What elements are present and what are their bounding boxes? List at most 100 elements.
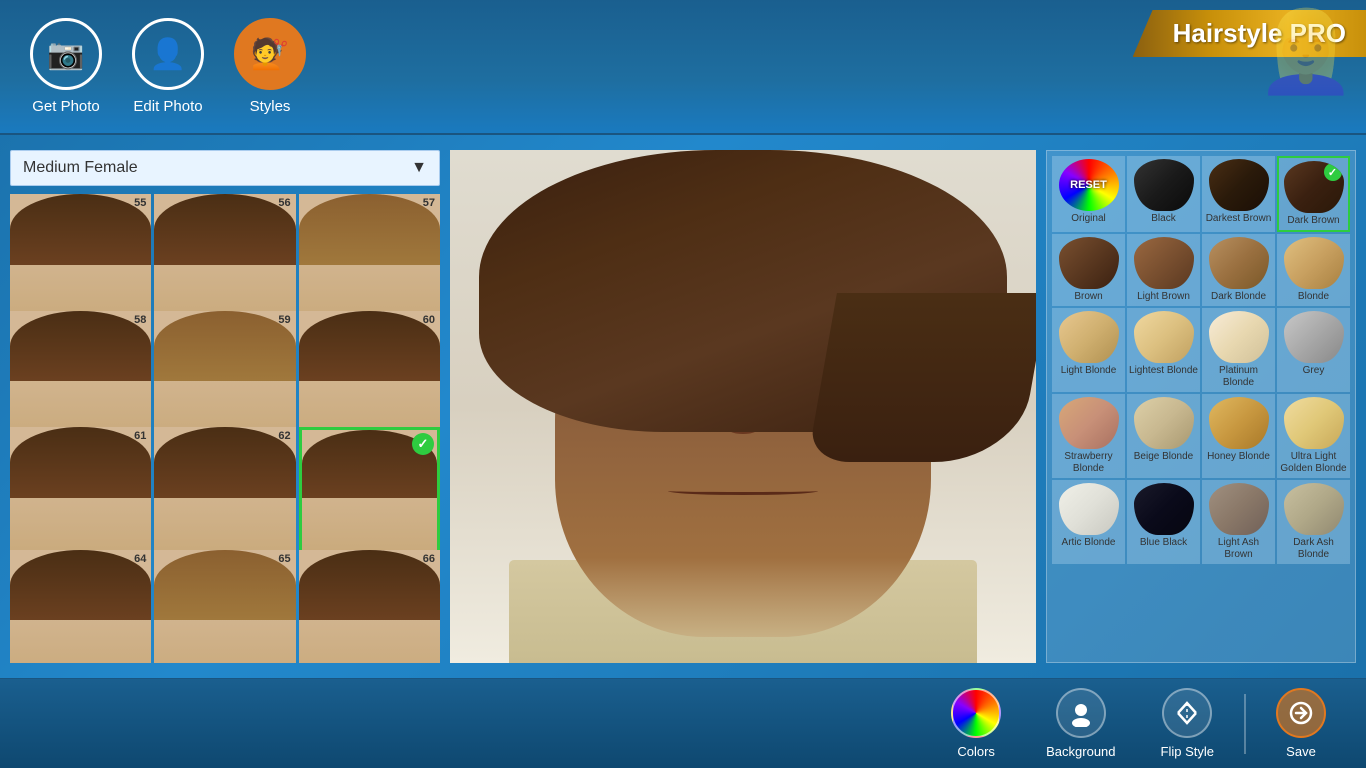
colors-label: Colors — [957, 744, 995, 759]
artic-blonde-swatch — [1059, 483, 1119, 535]
darkest-brown-swatch — [1209, 159, 1269, 211]
color-dark-blonde-item[interactable]: Dark Blonde — [1202, 234, 1275, 306]
dark-brown-swatch: ✓ — [1284, 161, 1344, 213]
color-label: Light Ash Brown — [1204, 537, 1273, 561]
color-grey-item[interactable]: Grey — [1277, 308, 1350, 392]
color-dark-brown-item[interactable]: ✓ Dark Brown — [1277, 156, 1350, 232]
color-label: Platinum Blonde — [1204, 365, 1273, 389]
logo-area: Hairstyle PRO 👱‍♀️ — [1046, 0, 1366, 135]
bottom-toolbar: Colors Background Flip Style Sav — [0, 678, 1366, 768]
color-label: Strawberry Blonde — [1054, 451, 1123, 475]
portrait-preview — [450, 150, 1036, 663]
style-grid: 55 56 57 58 59 60 — [10, 194, 440, 663]
main-content: Medium Female ▼ 55 56 57 58 — [0, 135, 1366, 678]
platinum-blonde-swatch — [1209, 311, 1269, 363]
color-label: Grey — [1303, 365, 1325, 377]
style-panel: Medium Female ▼ 55 56 57 58 — [10, 150, 440, 663]
toolbar-divider — [1244, 694, 1246, 754]
color-light-blonde-item[interactable]: Light Blonde — [1052, 308, 1125, 392]
color-blue-black-item[interactable]: Blue Black — [1127, 480, 1200, 564]
lightest-blonde-swatch — [1134, 311, 1194, 363]
background-label: Background — [1046, 744, 1115, 759]
color-reset-item[interactable]: RESET Original — [1052, 156, 1125, 232]
camera-icon: 📷 — [30, 18, 102, 90]
grey-swatch — [1284, 311, 1344, 363]
color-label: Honey Blonde — [1207, 451, 1270, 463]
color-label: Blue Black — [1140, 537, 1187, 549]
light-ash-brown-swatch — [1209, 483, 1269, 535]
selected-checkmark: ✓ — [412, 433, 434, 455]
beige-blonde-swatch — [1134, 397, 1194, 449]
color-label: Beige Blonde — [1134, 451, 1194, 463]
color-label: Lightest Blonde — [1129, 365, 1198, 377]
reset-swatch: RESET — [1059, 159, 1119, 211]
hair-preview — [479, 150, 1006, 432]
style-item-selected[interactable]: ✓ — [299, 427, 440, 568]
color-label: Black — [1151, 213, 1175, 225]
edit-photo-button[interactable]: 👤 Edit Photo — [132, 18, 204, 115]
get-photo-button[interactable]: 📷 Get Photo — [30, 18, 102, 115]
styles-icon: 💇 — [234, 18, 306, 90]
background-button[interactable]: Background — [1026, 680, 1135, 767]
color-darkest-brown-item[interactable]: Darkest Brown — [1202, 156, 1275, 232]
flip-style-button[interactable]: Flip Style — [1141, 680, 1234, 767]
color-lightest-blonde-item[interactable]: Lightest Blonde — [1127, 308, 1200, 392]
preview-panel — [450, 150, 1036, 663]
style-item[interactable]: 61 — [10, 427, 151, 568]
color-honey-blonde-item[interactable]: Honey Blonde — [1202, 394, 1275, 478]
edit-photo-label: Edit Photo — [133, 98, 202, 115]
color-label: Light Brown — [1137, 291, 1190, 303]
color-label: Dark Blonde — [1211, 291, 1266, 303]
save-button[interactable]: Save — [1256, 680, 1346, 767]
save-label: Save — [1286, 744, 1316, 759]
light-brown-swatch — [1134, 237, 1194, 289]
strawberry-blonde-swatch — [1059, 397, 1119, 449]
color-label: Brown — [1074, 291, 1102, 303]
color-label: Original — [1071, 213, 1105, 225]
color-strawberry-blonde-item[interactable]: Strawberry Blonde — [1052, 394, 1125, 478]
color-label: Ultra Light Golden Blonde — [1279, 451, 1348, 475]
color-label: Light Blonde — [1061, 365, 1117, 377]
colors-icon — [951, 688, 1001, 738]
style-item[interactable]: 62 — [154, 427, 295, 568]
top-nav: 📷 Get Photo 👤 Edit Photo 💇 Styles Hairst… — [0, 0, 1366, 135]
color-ultra-light-golden-blonde-item[interactable]: Ultra Light Golden Blonde — [1277, 394, 1350, 478]
color-dark-ash-blonde-item[interactable]: Dark Ash Blonde — [1277, 480, 1350, 564]
dark-blonde-swatch — [1209, 237, 1269, 289]
get-photo-label: Get Photo — [32, 98, 100, 115]
flip-style-label: Flip Style — [1161, 744, 1214, 759]
styles-button[interactable]: 💇 Styles — [234, 18, 306, 115]
color-light-brown-item[interactable]: Light Brown — [1127, 234, 1200, 306]
dropdown-label: Medium Female — [23, 159, 138, 177]
color-platinum-blonde-item[interactable]: Platinum Blonde — [1202, 308, 1275, 392]
color-beige-blonde-item[interactable]: Beige Blonde — [1127, 394, 1200, 478]
color-grid: RESET Original Black Darkest Brown ✓ Dar… — [1052, 156, 1350, 564]
styles-label: Styles — [250, 98, 291, 115]
color-blonde-item[interactable]: Blonde — [1277, 234, 1350, 306]
style-item[interactable]: 65 — [154, 550, 295, 664]
color-label: Artic Blonde — [1062, 537, 1116, 549]
style-item[interactable]: 64 — [10, 550, 151, 664]
color-label: Blonde — [1298, 291, 1329, 303]
color-black-item[interactable]: Black — [1127, 156, 1200, 232]
person-icon: 👤 — [132, 18, 204, 90]
flip-style-icon — [1162, 688, 1212, 738]
ultra-light-golden-blonde-swatch — [1284, 397, 1344, 449]
color-label: Dark Brown — [1287, 215, 1339, 227]
brown-swatch — [1059, 237, 1119, 289]
color-panel: RESET Original Black Darkest Brown ✓ Dar… — [1046, 150, 1356, 663]
background-icon — [1056, 688, 1106, 738]
colors-button[interactable]: Colors — [931, 680, 1021, 767]
honey-blonde-swatch — [1209, 397, 1269, 449]
blue-black-swatch — [1134, 483, 1194, 535]
style-item[interactable]: 66 — [299, 550, 440, 664]
color-light-ash-brown-item[interactable]: Light Ash Brown — [1202, 480, 1275, 564]
chevron-down-icon: ▼ — [411, 159, 427, 177]
save-icon — [1276, 688, 1326, 738]
color-label: Darkest Brown — [1206, 213, 1272, 225]
color-brown-item[interactable]: Brown — [1052, 234, 1125, 306]
color-artic-blonde-item[interactable]: Artic Blonde — [1052, 480, 1125, 564]
style-category-dropdown[interactable]: Medium Female ▼ — [10, 150, 440, 186]
dark-ash-blonde-swatch — [1284, 483, 1344, 535]
blonde-swatch — [1284, 237, 1344, 289]
